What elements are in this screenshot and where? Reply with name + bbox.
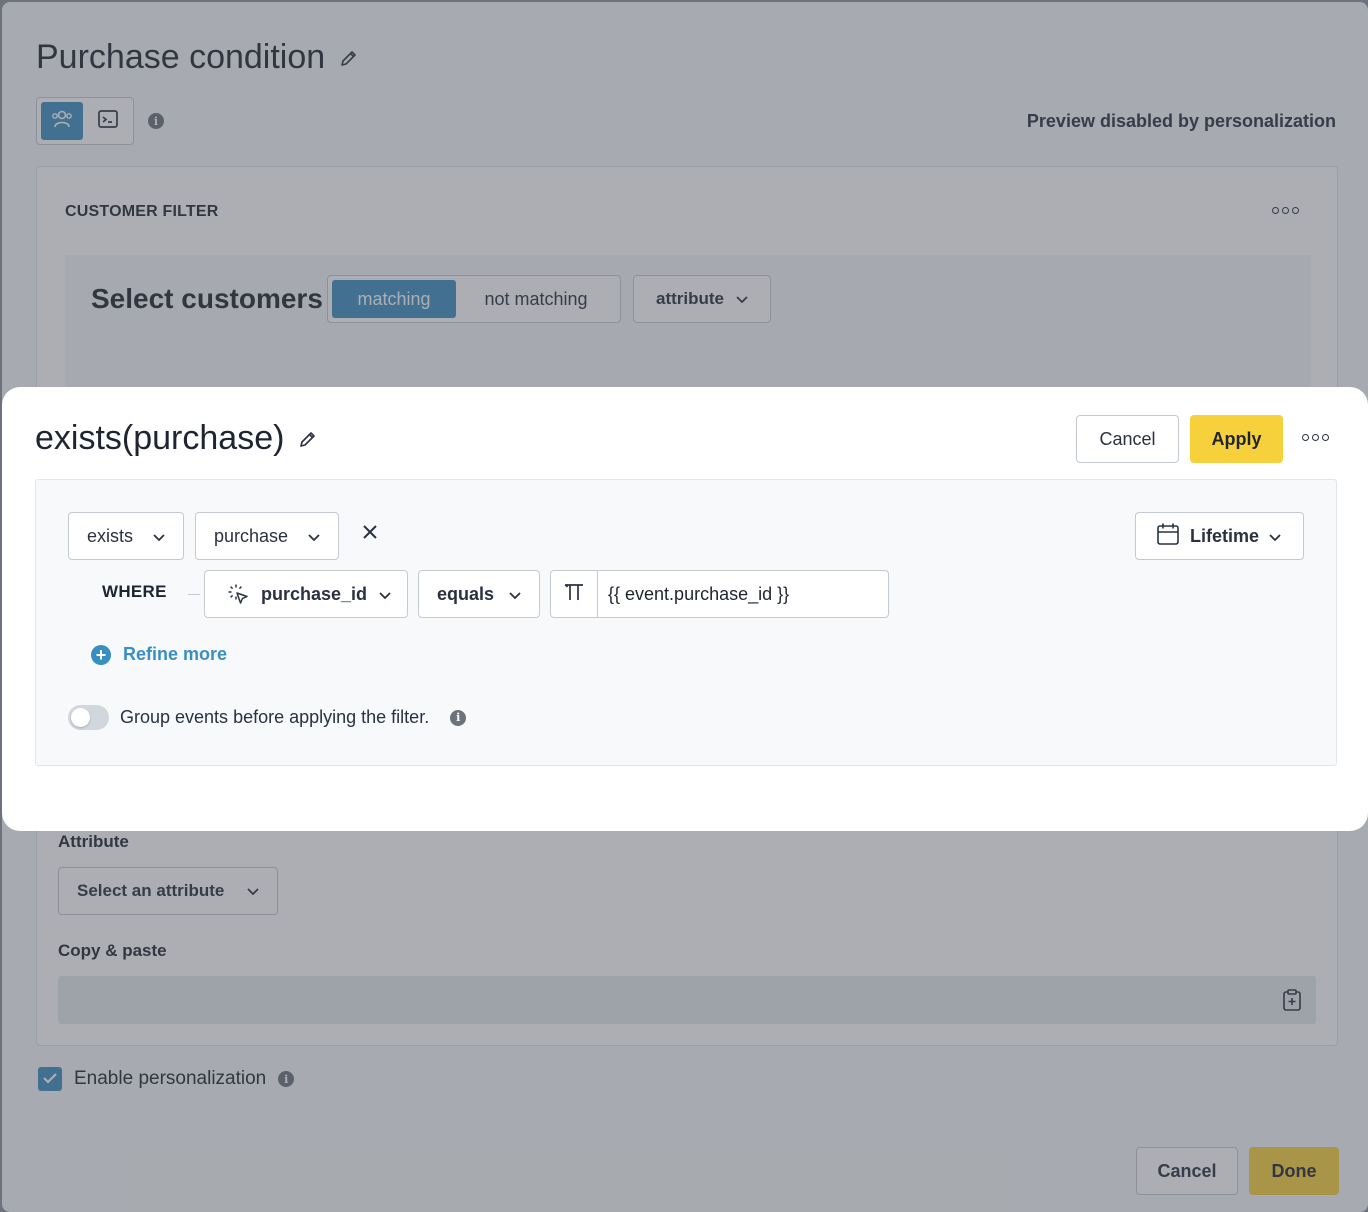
value-input[interactable]: {{ event.purchase_id }} [598,571,888,617]
group-events-row: Group events before applying the filter.… [68,705,467,730]
event-property-icon [227,583,249,605]
condition-editor-modal: exists(purchase) Cancel Apply exists pur… [2,387,1368,831]
group-events-toggle[interactable] [68,705,109,730]
operator-value: exists [87,525,134,546]
where-label: WHERE [102,582,167,601]
group-events-label: Group events before applying the filter. [120,707,430,727]
chevron-down-icon [153,526,165,547]
rule-editor: exists purchase Lifetime WHERE purchase_… [35,479,1337,766]
comparison-value: equals [437,583,495,604]
event-value: purchase [214,525,289,546]
chevron-down-icon [308,526,320,547]
property-dropdown[interactable]: purchase_id [204,570,408,618]
where-connector [188,594,200,595]
value-input-group: {{ event.purchase_id }} [550,570,889,618]
pencil-icon[interactable] [298,419,318,458]
property-value: purchase_id [260,583,368,604]
value-type-button[interactable] [551,571,598,617]
text-type-icon [563,581,585,608]
time-range-value: Lifetime [1190,525,1260,546]
calendar-icon [1156,522,1180,551]
more-options-icon[interactable] [1302,434,1329,441]
modal-title-row: exists(purchase) [35,419,318,458]
refine-more-label: Refine more [123,644,228,664]
apply-button[interactable]: Apply [1190,415,1283,463]
plus-circle-icon: + [91,644,111,665]
event-dropdown[interactable]: purchase [195,512,339,560]
chevron-down-icon [1269,526,1281,547]
modal-title: exists(purchase) [35,419,285,457]
modal-cancel-button[interactable]: Cancel [1076,415,1179,463]
chevron-down-icon [509,584,521,605]
close-icon[interactable] [362,524,378,545]
operator-dropdown[interactable]: exists [68,512,184,560]
comparison-dropdown[interactable]: equals [418,570,540,618]
info-icon[interactable]: i [450,709,467,726]
time-range-dropdown[interactable]: Lifetime [1135,512,1304,560]
chevron-down-icon [379,584,391,605]
refine-more-button[interactable]: + Refine more [91,644,227,665]
